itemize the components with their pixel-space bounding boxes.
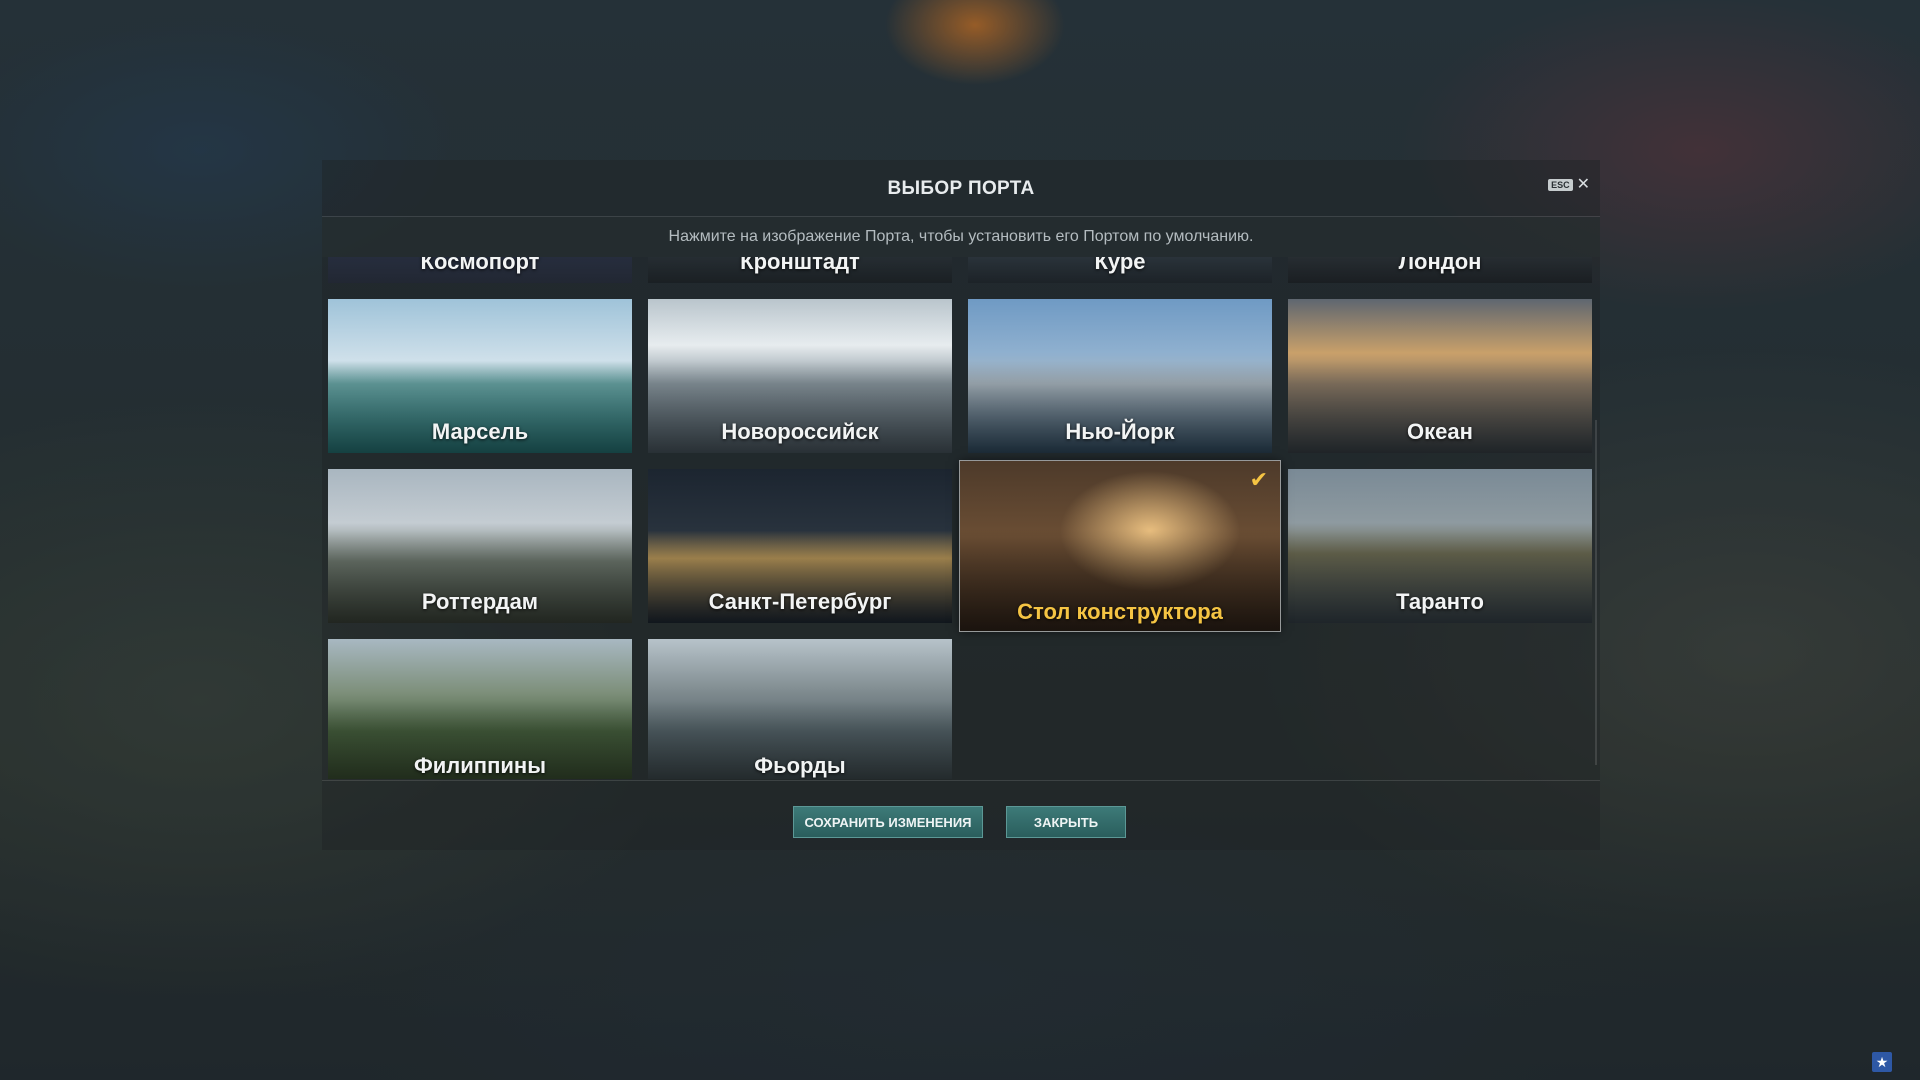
close-button[interactable]: ЗАКРЫТЬ <box>1006 806 1126 838</box>
port-tile-cosmoport[interactable]: Космопорт <box>328 257 632 283</box>
port-tile-new-york[interactable]: Нью-Йорк <box>968 299 1272 453</box>
port-name: Новороссийск <box>721 419 879 444</box>
port-tile-designer-desk[interactable]: ✔ Стол конструктора <box>959 460 1281 632</box>
port-tile-philippines[interactable]: Филиппины <box>328 639 632 779</box>
port-selection-dialog: ВЫБОР ПОРТА ESC ✕ Нажмите на изображение… <box>322 160 1600 850</box>
port-grid[interactable]: Космопорт Кронштадт Куре Лондон Марсель … <box>328 257 1594 779</box>
port-tile-kronshtadt[interactable]: Кронштадт <box>648 257 952 283</box>
port-name: Филиппины <box>414 753 546 778</box>
port-name: Марсель <box>431 419 529 444</box>
port-tile-rotterdam[interactable]: Роттердам <box>328 469 632 623</box>
port-name: Таранто <box>1395 589 1484 614</box>
checkmark-icon: ✔ <box>1249 467 1268 492</box>
port-tile-ocean[interactable]: Океан <box>1288 299 1592 453</box>
port-name: Кронштадт <box>740 257 860 274</box>
esc-key-badge: ESC <box>1548 179 1573 191</box>
port-name: Лондон <box>1398 257 1482 274</box>
star-icon[interactable]: ★ <box>1872 1052 1892 1072</box>
port-name: Фьорды <box>754 753 846 778</box>
footer-divider <box>322 780 1600 781</box>
port-tile-kure[interactable]: Куре <box>968 257 1272 283</box>
close-dialog-button[interactable]: ESC ✕ <box>1548 176 1590 193</box>
close-icon: ✕ <box>1576 176 1590 193</box>
port-name: Роттердам <box>421 589 539 614</box>
port-name: Стол конструктора <box>1017 599 1223 624</box>
port-tile-fjords[interactable]: Фьорды <box>648 639 952 779</box>
port-tile-london[interactable]: Лондон <box>1288 257 1592 283</box>
grid-scrollbar[interactable] <box>1595 420 1597 765</box>
port-name: Санкт-Петербург <box>708 589 892 614</box>
port-name: Нью-Йорк <box>1065 419 1175 444</box>
port-name: Океан <box>1407 419 1473 444</box>
port-tile-saint-petersburg[interactable]: Санкт-Петербург <box>648 469 952 623</box>
save-changes-button[interactable]: СОХРАНИТЬ ИЗМЕНЕНИЯ <box>793 806 983 838</box>
port-name: Куре <box>1094 257 1146 274</box>
port-name: Космопорт <box>420 257 540 274</box>
port-tile-novorossiysk[interactable]: Новороссийск <box>648 299 952 453</box>
dialog-subtitle: Нажмите на изображение Порта, чтобы уста… <box>668 228 1254 245</box>
port-tile-taranto[interactable]: Таранто <box>1288 469 1592 623</box>
port-tile-marseille[interactable]: Марсель <box>328 299 632 453</box>
dialog-title: ВЫБОР ПОРТА <box>887 178 1035 199</box>
